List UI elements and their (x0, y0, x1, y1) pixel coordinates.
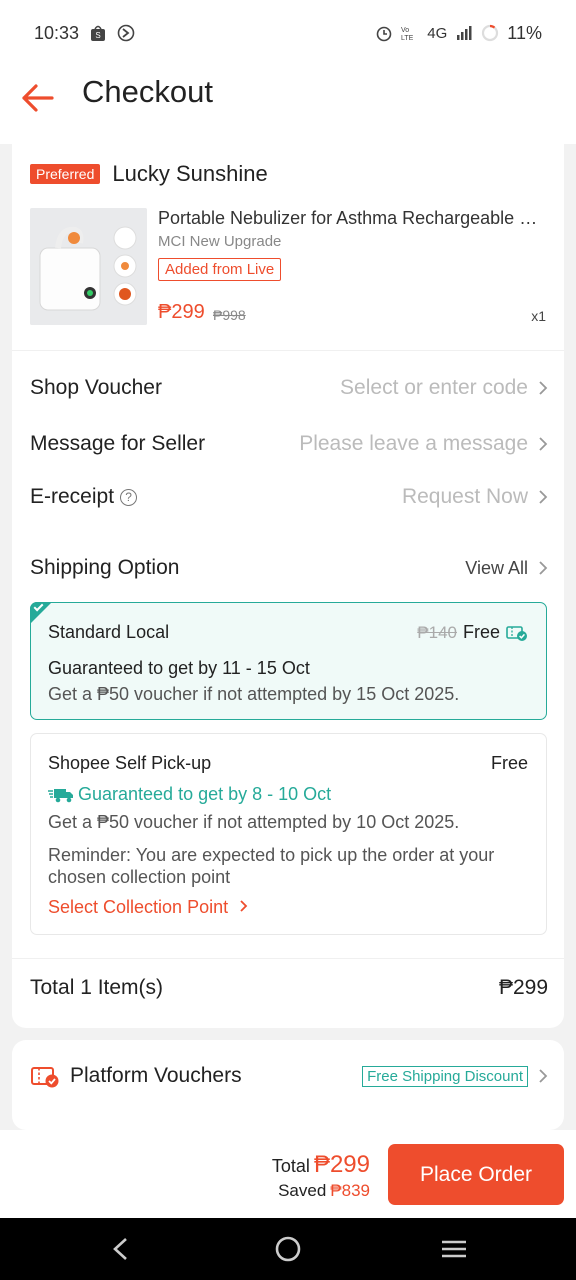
view-all-link[interactable]: View All (465, 558, 528, 579)
footer-saved: Saved ₱839 (278, 1181, 370, 1201)
option-guarantee: Guaranteed to get by 8 - 10 Oct (78, 784, 332, 804)
option-fee: ₱140 Free (417, 622, 528, 643)
back-arrow-icon[interactable] (18, 78, 58, 118)
added-from-live-tag: Added from Live (158, 258, 282, 281)
chevron-right-icon (240, 900, 248, 912)
svg-text:Vo: Vo (401, 27, 409, 34)
shipping-option-standard-local[interactable]: Standard Local ₱140 Free Guaranteed to g… (30, 601, 547, 720)
shop-name: Lucky Sunshine (112, 161, 268, 186)
message-placeholder: Please leave a message (299, 432, 528, 455)
network-type: 4G (427, 24, 448, 42)
select-collection-point-label: Select Collection Point (48, 897, 229, 917)
total-row: Total 1 Item(s) ₱299 (30, 976, 548, 1000)
option-fee: Free (491, 753, 528, 774)
total-items-label: Total 1 Item(s) (30, 976, 164, 999)
nav-back-icon[interactable] (106, 1236, 136, 1262)
nav-home-icon[interactable] (273, 1236, 303, 1262)
footer-saved-label: Saved (278, 1181, 327, 1200)
e-receipt-label: E-receipt (30, 485, 115, 508)
shop-row: Preferred Lucky Sunshine (30, 161, 268, 187)
order-card: Preferred Lucky Sunshine Portable Nebuli… (12, 144, 564, 1028)
divider (12, 350, 564, 351)
option-name: Shopee Self Pick-up (48, 753, 212, 773)
product-quantity: x1 (531, 308, 546, 324)
signal-icon (457, 26, 472, 40)
svg-text:LTE: LTE (401, 35, 414, 42)
shopee-bag-icon: S (91, 25, 106, 41)
shipping-option-header: Shipping Option View All (30, 548, 548, 588)
app-header: Checkout (0, 66, 576, 144)
option-name: Standard Local (48, 622, 170, 642)
voucher-icon (31, 1067, 59, 1088)
shop-voucher-placeholder: Select or enter code (340, 376, 528, 399)
footer-total-label: Total (271, 1156, 310, 1176)
message-for-seller-row[interactable]: Message for Seller Please leave a messag… (30, 424, 548, 464)
option-voucher-note: Get a ₱50 voucher if not attempted by 15… (48, 684, 460, 704)
free-shipping-discount-tag: Free Shipping Discount (362, 1065, 528, 1087)
status-time: 10:33 (34, 22, 80, 43)
place-order-button[interactable]: Place Order (388, 1144, 564, 1205)
select-collection-point-link[interactable]: Select Collection Point (48, 897, 249, 918)
shop-voucher-label: Shop Voucher (30, 376, 162, 399)
platform-vouchers-card[interactable]: Platform Vouchers Free Shipping Discount (12, 1040, 564, 1130)
pickup-reminder: Reminder: You are expected to pick up th… (48, 845, 495, 887)
volte-icon: VoLTE (401, 27, 414, 42)
free-shipping-voucher-icon (506, 625, 527, 641)
option-fee-value: Free (490, 753, 528, 773)
product-variation: MCI New Upgrade (158, 233, 282, 250)
chevron-right-icon (539, 490, 548, 504)
nebulizer-image-icon (30, 208, 147, 325)
product-original-price: ₱998 (213, 307, 246, 323)
total-amount: ₱299 (498, 976, 548, 999)
e-receipt-row[interactable]: E-receipt ? Request Now (30, 477, 548, 517)
product-thumbnail (30, 208, 147, 325)
nav-recents-icon[interactable] (439, 1236, 469, 1262)
footer-saved-amount: ₱839 (330, 1181, 370, 1200)
option-guarantee-row: Guaranteed to get by 8 - 10 Oct (48, 784, 331, 805)
svg-text:S: S (95, 31, 100, 40)
chevron-right-icon (539, 1069, 548, 1083)
platform-vouchers-label: Platform Vouchers (70, 1064, 242, 1087)
shipping-option-self-pickup[interactable]: Shopee Self Pick-up Free Guaranteed to g… (30, 733, 547, 935)
divider (12, 958, 564, 959)
preferred-badge: Preferred (30, 164, 101, 184)
e-receipt-action: Request Now (401, 485, 528, 508)
shipping-option-label: Shipping Option (30, 556, 180, 579)
product-price: ₱299 (158, 301, 205, 323)
shop-voucher-row[interactable]: Shop Voucher Select or enter code (30, 368, 548, 408)
footer-total: Total ₱299 (272, 1151, 370, 1179)
help-icon[interactable]: ? (120, 488, 138, 506)
checkout-bottom-bar: Total ₱299 Saved ₱839 Place Order (0, 1130, 576, 1218)
alarm-icon (376, 26, 392, 42)
system-nav-bar (0, 1218, 576, 1280)
footer-total-amount: ₱299 (313, 1151, 370, 1178)
message-label: Message for Seller (30, 432, 206, 455)
product-name[interactable]: Portable Nebulizer for Asthma Rechargeab… (158, 208, 550, 229)
platform-vouchers-row[interactable]: Platform Vouchers Free Shipping Discount (30, 1063, 548, 1089)
page-title: Checkout (82, 74, 213, 109)
option-fee-value: Free (462, 622, 500, 642)
battery-icon (482, 24, 499, 42)
battery-level: 11% (507, 22, 542, 43)
chevron-right-icon (539, 561, 548, 575)
option-guarantee: Guaranteed to get by 11 - 15 Oct (48, 658, 310, 678)
chevron-right-icon (539, 437, 548, 451)
option-original-fee: ₱140 (417, 622, 457, 642)
status-bar: 10:33 S Vo LTE 4G 11% (0, 0, 576, 66)
option-voucher-note: Get a ₱50 voucher if not attempted by 10… (48, 812, 460, 832)
chevron-right-icon (539, 381, 548, 395)
delivery-truck-icon (48, 788, 73, 802)
sync-icon (117, 24, 135, 42)
